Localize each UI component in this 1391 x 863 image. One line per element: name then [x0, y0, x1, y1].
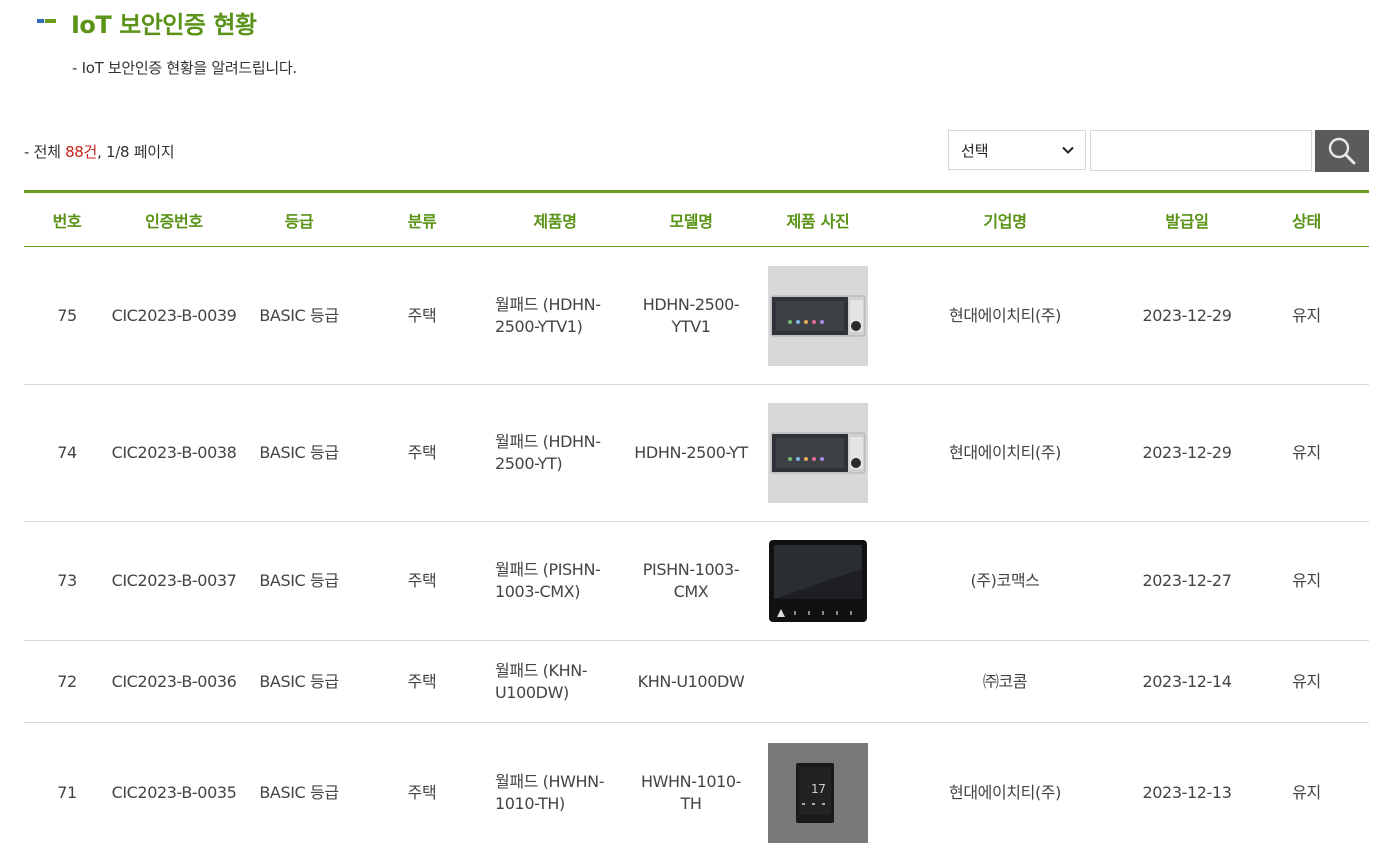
product-name[interactable]: 월패드 (HWHN-1010-TH)	[495, 771, 617, 815]
product-name[interactable]: 월패드 (PISHN-1003-CMX)	[495, 559, 617, 603]
count-suffix: , 1/8 페이지	[97, 143, 175, 161]
cell-date: 2023-12-13	[1142, 783, 1232, 802]
cell-photo	[756, 641, 880, 722]
header-status: 상태	[1292, 212, 1321, 231]
cell-company: ㈜코콤	[982, 671, 1028, 691]
cell-date: 2023-12-29	[1142, 443, 1232, 462]
wallpad-white-icon[interactable]	[768, 403, 868, 503]
cell-model: KHN-U100DW	[626, 641, 756, 722]
header-product: 제품명	[533, 212, 577, 231]
wallpad-vertical-icon[interactable]: 17	[768, 743, 868, 843]
search-field-select[interactable]: 선택	[948, 130, 1086, 170]
product-name[interactable]: 월패드 (KHN-U100DW)	[495, 660, 607, 704]
model-name: PISHN-1003-CMX	[642, 560, 740, 601]
cell-product[interactable]: 월패드 (PISHN-1003-CMX)	[484, 522, 626, 640]
cell-grade: BASIC 등급	[259, 305, 339, 325]
table-row[interactable]: 73 CIC2023-B-0037 BASIC 등급 주택 월패드 (PISHN…	[24, 522, 1369, 641]
cell-status: 유지	[1292, 571, 1321, 590]
header-model: 모델명	[669, 212, 713, 231]
cell-model: HDHN-2500-YTV1	[626, 247, 756, 384]
search-icon	[1328, 137, 1356, 165]
table-row[interactable]: 75 CIC2023-B-0039 BASIC 등급 주택 월패드 (HDHN-…	[24, 247, 1369, 385]
cell-cert: CIC2023-B-0036	[111, 671, 237, 691]
header-category: 분류	[407, 212, 437, 231]
cell-model: PISHN-1003-CMX	[626, 522, 756, 640]
cell-photo[interactable]	[756, 522, 880, 640]
table-row[interactable]: 74 CIC2023-B-0038 BASIC 등급 주택 월패드 (HDHN-…	[24, 385, 1369, 522]
cell-no: 74	[57, 443, 77, 462]
cell-product[interactable]: 월패드 (HWHN-1010-TH)	[484, 723, 626, 863]
model-name: HDHN-2500-YTV1	[642, 294, 740, 336]
cell-model: HWHN-1010-TH	[626, 723, 756, 863]
cell-status: 유지	[1292, 783, 1321, 802]
title-bullet-icon	[37, 19, 57, 25]
page-subtitle: - IoT 보안인증 현황을 알려드립니다.	[72, 59, 297, 77]
cell-cert: CIC2023-B-0039	[111, 305, 237, 325]
cell-grade: BASIC 등급	[259, 571, 339, 590]
cell-category: 주택	[407, 671, 437, 691]
cell-model: HDHN-2500-YT	[626, 385, 756, 521]
svg-text:17: 17	[811, 782, 825, 796]
cell-date: 2023-12-14	[1142, 671, 1232, 691]
cell-photo[interactable]: 17	[756, 723, 880, 863]
cell-cert: CIC2023-B-0038	[111, 443, 237, 462]
cell-product[interactable]: 월패드 (KHN-U100DW)	[484, 641, 626, 722]
model-name: HDHN-2500-YT	[634, 443, 748, 462]
header-date: 발급일	[1165, 212, 1209, 231]
cell-cert: CIC2023-B-0035	[111, 783, 237, 802]
table-row[interactable]: 71 CIC2023-B-0035 BASIC 등급 주택 월패드 (HWHN-…	[24, 723, 1369, 863]
product-name[interactable]: 월패드 (HDHN-2500-YT)	[495, 431, 615, 475]
cell-date: 2023-12-29	[1142, 305, 1232, 325]
cell-category: 주택	[407, 443, 437, 462]
cell-company: (주)코맥스	[970, 571, 1040, 590]
product-name[interactable]: 월패드 (HDHN-2500-YTV1)	[495, 294, 615, 338]
cell-grade: BASIC 등급	[259, 671, 339, 691]
wallpad-black-icon[interactable]	[768, 539, 868, 623]
cell-no: 72	[57, 671, 77, 691]
cell-company: 현대에이치티(주)	[949, 443, 1061, 462]
page-title: IoT 보안인증 현황	[71, 10, 257, 39]
cell-no: 71	[57, 783, 77, 802]
count-prefix: - 전체	[24, 143, 66, 161]
header-no: 번호	[52, 212, 82, 231]
header-company: 기업명	[983, 212, 1027, 231]
table-header: 번호 인증번호 등급 분류 제품명 모델명 제품 사진 기업명 발급일 상태	[24, 190, 1369, 247]
cell-company: 현대에이치티(주)	[949, 305, 1061, 325]
chevron-down-icon	[1062, 146, 1074, 154]
cell-category: 주택	[407, 305, 437, 325]
cell-grade: BASIC 등급	[259, 783, 339, 802]
select-value: 선택	[961, 141, 989, 160]
model-name: KHN-U100DW	[637, 671, 745, 691]
cell-no: 73	[57, 571, 77, 590]
model-name: HWHN-1010-TH	[640, 772, 742, 813]
table-row[interactable]: 72 CIC2023-B-0036 BASIC 등급 주택 월패드 (KHN-U…	[24, 641, 1369, 723]
cell-status: 유지	[1292, 671, 1321, 691]
header-photo: 제품 사진	[786, 212, 850, 231]
cell-product[interactable]: 월패드 (HDHN-2500-YT)	[484, 385, 626, 521]
cell-photo[interactable]	[756, 247, 880, 384]
cell-category: 주택	[407, 783, 437, 802]
cell-grade: BASIC 등급	[259, 443, 339, 462]
header-cert: 인증번호	[145, 212, 203, 231]
count-total: 88건	[65, 143, 98, 161]
cell-no: 75	[57, 305, 77, 325]
page-header: IoT 보안인증 현황	[37, 4, 257, 40]
cell-category: 주택	[407, 571, 437, 590]
cell-photo[interactable]	[756, 385, 880, 521]
cell-status: 유지	[1292, 305, 1321, 325]
cell-product[interactable]: 월패드 (HDHN-2500-YTV1)	[484, 247, 626, 384]
search-input[interactable]	[1090, 130, 1312, 171]
cell-company: 현대에이치티(주)	[949, 783, 1061, 802]
certification-table: 번호 인증번호 등급 분류 제품명 모델명 제품 사진 기업명 발급일 상태 7…	[24, 190, 1369, 863]
wallpad-white-icon[interactable]	[768, 265, 868, 366]
cell-status: 유지	[1292, 443, 1321, 462]
header-grade: 등급	[284, 212, 314, 231]
cell-cert: CIC2023-B-0037	[111, 571, 237, 590]
result-count: - 전체 88건, 1/8 페이지	[24, 141, 175, 162]
search-button[interactable]	[1315, 130, 1369, 172]
cell-date: 2023-12-27	[1142, 571, 1232, 590]
